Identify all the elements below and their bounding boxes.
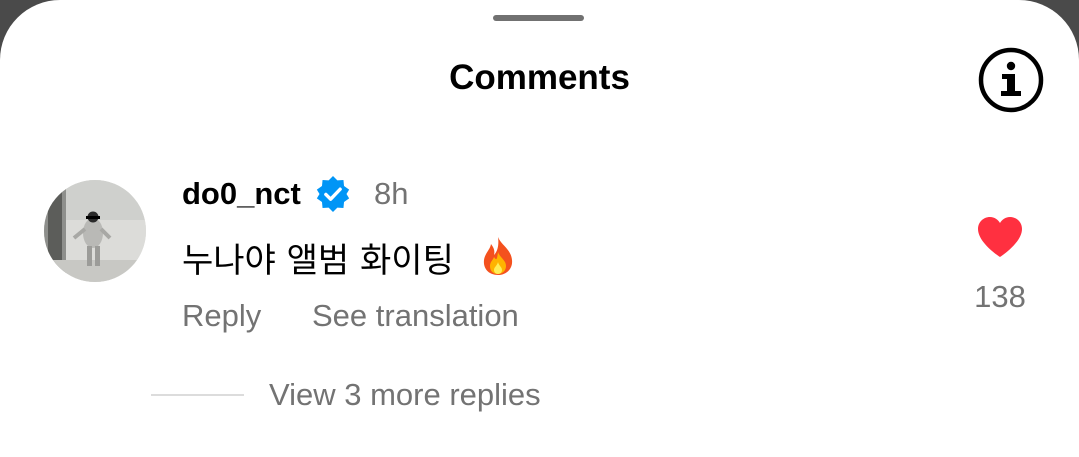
heart-icon[interactable]	[976, 215, 1024, 259]
info-icon[interactable]	[978, 47, 1044, 113]
replies-divider	[151, 394, 244, 396]
comment-timestamp: 8h	[374, 176, 409, 211]
fire-emoji-icon	[477, 235, 519, 277]
avatar[interactable]	[44, 180, 146, 282]
see-translation-button[interactable]: See translation	[312, 298, 519, 334]
like-count: 138	[974, 279, 1026, 314]
page-title: Comments	[449, 58, 630, 97]
comment-username[interactable]: do0_nct	[182, 176, 301, 212]
comment-text: 누나야 앨범 화이팅	[182, 241, 454, 281]
view-more-replies-button[interactable]: View 3 more replies	[269, 377, 541, 413]
reply-button[interactable]: Reply	[182, 298, 261, 334]
comments-sheet: Comments do0_nct 8h 누나야 앨범 화이팅 Reply See…	[0, 0, 1079, 457]
drag-handle[interactable]	[493, 15, 584, 21]
verified-badge-icon	[314, 175, 352, 213]
